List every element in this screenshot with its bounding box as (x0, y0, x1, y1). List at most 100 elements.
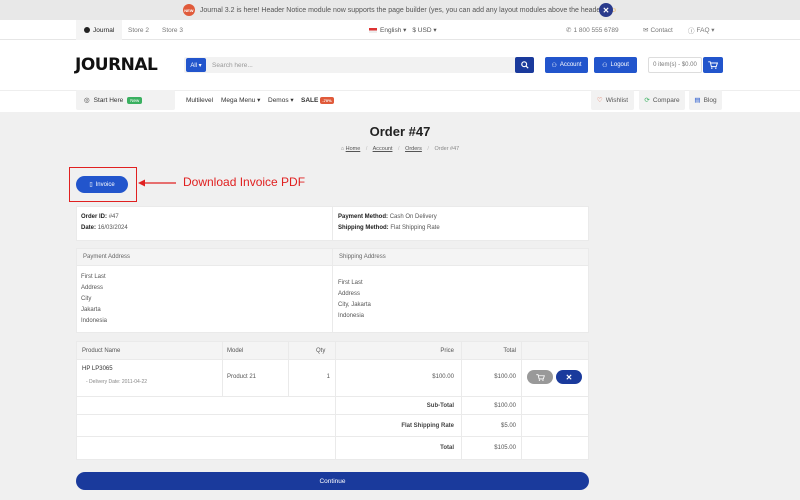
cart-icon (535, 373, 545, 381)
product-price: $100.00 (432, 374, 454, 380)
order-date-value: 16/03/2024 (97, 225, 128, 231)
cart-summary[interactable]: 0 item(s) - $0.00 (648, 57, 702, 73)
breadcrumb-separator: / (365, 146, 368, 152)
subtotal-label: Sub-Total (426, 402, 454, 409)
search-input[interactable] (212, 58, 507, 72)
account-label: Account (559, 62, 582, 68)
divider (288, 342, 289, 396)
notice-text: Journal 3.2 is here! Header Notice modul… (199, 6, 607, 14)
cart-button[interactable] (703, 57, 723, 73)
annotation-text: Download Invoice PDF (183, 175, 306, 189)
nav-item-demos[interactable]: Demos ▾ (268, 90, 294, 110)
start-here-button[interactable]: ◎ Start Here New (76, 90, 175, 110)
total-label: Total (440, 445, 454, 451)
nav-item-sale[interactable]: SALE -70% (301, 90, 334, 110)
sale-badge: -70% (320, 96, 334, 104)
search-icon (520, 61, 529, 69)
nav-item-mega-menu[interactable]: Mega Menu ▾ (221, 90, 260, 110)
order-date: Date: 16/03/2024 (81, 223, 128, 234)
shipping-address: First Last Address City, Jakarta Indones… (338, 278, 371, 322)
breadcrumb-account[interactable]: Account (373, 146, 393, 152)
search-category-select[interactable]: All ▾ (186, 58, 206, 72)
wishlist-label: Wishlist (605, 96, 629, 104)
shipping-address-header: Shipping Address (339, 254, 386, 260)
phone-link[interactable]: ✆ 1 800 555 6789 (566, 20, 619, 40)
breadcrumb-separator: / (398, 146, 400, 152)
language-select[interactable]: English ▾ (380, 26, 406, 34)
phone-label: 1 800 555 6789 (573, 26, 619, 34)
account-button[interactable]: ⚇ Account (545, 57, 588, 73)
product-name[interactable]: HP LP3065 (82, 366, 113, 372)
new-badge: NEW (182, 4, 195, 16)
wishlist-button[interactable]: ♡ Wishlist (591, 90, 634, 110)
col-header-model: Model (227, 348, 244, 354)
logout-button[interactable]: ⚇ Logout (594, 57, 637, 73)
shipping-method: Shipping Method: Flat Shipping Rate (338, 223, 440, 234)
product-option: - Delivery Date: 2011-04-22 (86, 379, 148, 385)
mail-icon: ✉ (643, 27, 649, 34)
payment-method-label: Payment Method: (338, 214, 389, 220)
compare-icon: ⟳ (644, 97, 650, 104)
divider (332, 206, 333, 241)
payment-method: Payment Method: Cash On Delivery (338, 212, 437, 223)
order-id-label: Order ID: (81, 214, 108, 220)
site-logo[interactable]: JOURNAL (75, 55, 158, 75)
faq-label: FAQ ▾ (696, 27, 715, 34)
divider (521, 342, 522, 460)
divider (222, 342, 223, 396)
breadcrumb-separator: / (427, 146, 429, 152)
reorder-button[interactable] (527, 370, 553, 384)
store-tab-journal[interactable]: Journal (76, 20, 123, 40)
new-badge: New (127, 96, 143, 104)
address-line: City, Jakarta (338, 302, 371, 308)
return-button[interactable]: ✕ (556, 370, 582, 384)
product-model: Product 21 (227, 374, 257, 380)
subtotal-value: $100.00 (494, 402, 516, 409)
nav-item-multilevel[interactable]: Multilevel (186, 90, 213, 110)
address-line: Address (338, 291, 361, 297)
breadcrumb: ⌂ Home / Account / Orders / Order #47 (0, 146, 800, 152)
sale-label: SALE (301, 96, 319, 104)
payment-address: First Last Address City Jakarta Indonesi… (81, 272, 107, 327)
breadcrumb-current: Order #47 (434, 146, 460, 152)
col-header-total: Total (503, 348, 516, 354)
payment-method-value: Cash On Delivery (389, 214, 437, 220)
col-header-price: Price (440, 348, 454, 354)
invoice-button[interactable]: ▯ Invoice (76, 176, 128, 193)
shipping-value: $5.00 (500, 422, 516, 429)
address-line: Address (81, 285, 104, 291)
blog-icon: ▤ (694, 97, 701, 104)
search-button[interactable] (515, 57, 534, 73)
page-title: Order #47 (369, 124, 431, 139)
order-id: Order ID: #47 (81, 212, 119, 223)
breadcrumb-orders[interactable]: Orders (405, 146, 422, 152)
col-header-product: Product Name (82, 348, 121, 354)
divider (461, 342, 462, 460)
payment-address-header: Payment Address (83, 254, 131, 260)
faq-link[interactable]: ⓘ FAQ ▾ (688, 20, 715, 40)
heart-icon: ♡ (596, 97, 603, 104)
logout-label: Logout (610, 62, 629, 68)
close-icon: ✕ (565, 372, 573, 382)
invoice-label: Invoice (95, 181, 115, 188)
store-tab-store2[interactable]: Store 2 (128, 20, 149, 40)
annotation-arrow-icon (138, 179, 176, 187)
currency-select[interactable]: $ USD ▾ (412, 26, 436, 34)
contact-link[interactable]: ✉ Contact (643, 20, 673, 40)
blog-button[interactable]: ▤ Blog (689, 90, 722, 110)
compare-button[interactable]: ⟳ Compare (639, 90, 685, 110)
document-icon: ▯ (89, 182, 93, 188)
home-icon: ⌂ (340, 146, 345, 152)
contact-label: Contact (650, 26, 673, 34)
store-tab-store3[interactable]: Store 3 (162, 20, 183, 40)
address-line: First Last (338, 280, 363, 286)
continue-button[interactable]: Continue (76, 472, 589, 490)
address-line: Indonesia (81, 318, 108, 324)
close-notice-button[interactable]: ✕ (599, 3, 613, 17)
phone-icon: ✆ (566, 27, 572, 34)
shipping-method-label: Shipping Method: (338, 225, 389, 231)
header-notice: NEW Journal 3.2 is here! Header Notice m… (0, 0, 800, 20)
product-total: $100.00 (494, 374, 516, 380)
shipping-label: Flat Shipping Rate (401, 422, 454, 429)
breadcrumb-home[interactable]: Home (346, 146, 361, 152)
